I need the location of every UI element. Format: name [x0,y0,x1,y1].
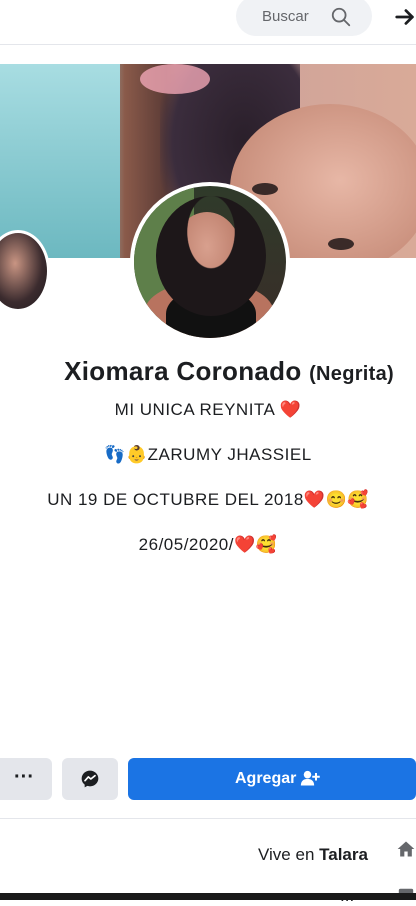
arrow-right-icon[interactable] [394,6,416,28]
profile-avatar[interactable] [130,182,290,342]
profile-nickname: (Negrita) [309,363,394,385]
messenger-button[interactable] [62,758,118,800]
bio-line: 26/05/2020/❤️🥰 [138,535,278,554]
search-placeholder: Buscar [262,8,309,25]
lives-in-city[interactable]: Talara [319,845,368,864]
more-options-icon: ··· [14,766,34,788]
add-friend-label: Agregar [235,770,297,787]
search-icon[interactable] [330,6,352,28]
profile-name: Xiomara Coronado (Negrita) [0,356,416,387]
messenger-icon [81,770,99,788]
lives-in-text: Vive en Talara [258,845,368,865]
bio-line: 👣👶ZARUMY JHASSIEL [104,445,312,464]
cover-wall [0,64,120,258]
add-person-icon [300,770,320,786]
profile-name-text: Xiomara Coronado [64,356,302,386]
system-nav-bar [0,893,416,900]
bio-line: UN 19 DE OCTUBRE DEL 2018❤️😊🥰 [47,490,369,509]
bio-line: MI UNICA REYNITA ❤️ [114,400,302,419]
lives-in-prefix: Vive en [258,845,320,864]
cover-flower [140,64,210,94]
cover-eye [252,183,278,195]
divider [0,818,416,819]
home-icon [397,841,415,857]
avatar-hair [156,196,266,316]
cover-eye [328,238,354,250]
more-options-button[interactable]: ··· [0,758,52,800]
